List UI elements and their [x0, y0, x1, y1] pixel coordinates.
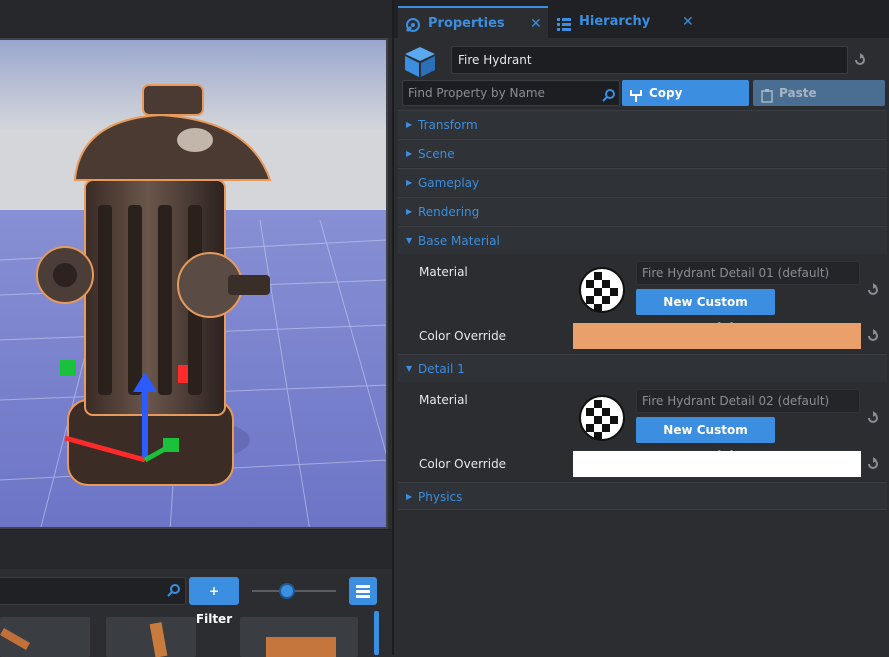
copy-icon	[629, 86, 643, 112]
section-scene[interactable]: ▶ Scene	[398, 139, 887, 167]
asset-browser: + Filter	[0, 569, 392, 657]
material-field[interactable]: Fire Hydrant Detail 01 (default)	[636, 261, 860, 285]
section-gameplay[interactable]: ▶ Gameplay	[398, 168, 887, 196]
color-override-label: Color Override	[419, 457, 507, 471]
section-label: Physics	[418, 490, 463, 504]
section-physics[interactable]: ▶ Physics	[398, 482, 887, 510]
section-rendering[interactable]: ▶ Rendering	[398, 197, 887, 225]
new-custom-material-button[interactable]: New Custom Material	[636, 417, 775, 463]
slider-handle[interactable]	[279, 583, 295, 599]
section-label: Gameplay	[418, 176, 480, 190]
material-label: Material	[419, 265, 468, 279]
tab-hierarchy[interactable]: Hierarchy ✕	[550, 6, 696, 38]
section-label: Rendering	[418, 205, 480, 219]
panel-tab-bar: Properties ✕ Hierarchy ✕	[394, 0, 889, 38]
properties-icon	[404, 15, 422, 47]
asset-thumbnail[interactable]	[240, 617, 358, 657]
material-preview-icon[interactable]	[578, 394, 626, 442]
search-placeholder: Find Property by Name	[408, 86, 545, 100]
hierarchy-icon	[556, 13, 572, 45]
reset-icon[interactable]	[853, 53, 867, 67]
close-icon[interactable]: ✕	[682, 6, 694, 38]
section-base-material[interactable]: ▼ Base Material	[398, 226, 887, 254]
filter-button[interactable]: + Filter	[189, 577, 239, 626]
color-override-label: Color Override	[419, 329, 507, 343]
chevron-right-icon: ▶	[406, 492, 413, 501]
material-field[interactable]: Fire Hydrant Detail 02 (default)	[636, 389, 860, 413]
copy-properties-button[interactable]: Copy Properties	[622, 80, 749, 126]
tab-label: Properties	[428, 16, 505, 31]
new-custom-material-button[interactable]: New Custom Material	[636, 289, 775, 335]
list-icon	[356, 585, 370, 598]
section-label: Detail 1	[418, 362, 465, 376]
viewport-render	[0, 40, 386, 527]
asset-search-input[interactable]	[0, 577, 186, 605]
clipboard-icon	[761, 86, 773, 112]
search-icon	[602, 86, 616, 110]
properties-panel: Properties ✕ Hierarchy ✕ Fire Hydrant Fi…	[392, 0, 889, 655]
color-override-swatch[interactable]	[573, 323, 861, 349]
object-name-input[interactable]: Fire Hydrant	[451, 46, 848, 74]
section-detail-1[interactable]: ▼ Detail 1	[398, 354, 887, 382]
reset-icon[interactable]	[866, 457, 880, 471]
paste-properties-button[interactable]: Paste Properties	[753, 80, 885, 126]
scene-viewport[interactable]	[0, 38, 388, 529]
chevron-down-icon: ▼	[406, 364, 413, 373]
close-icon[interactable]: ✕	[530, 8, 542, 40]
panel-empty-area	[398, 509, 887, 655]
section-transform[interactable]: ▶ Transform	[398, 110, 887, 138]
reset-icon[interactable]	[866, 411, 880, 425]
chevron-right-icon: ▶	[406, 178, 413, 187]
color-override-swatch[interactable]	[573, 451, 861, 477]
section-label: Transform	[418, 118, 478, 132]
chevron-right-icon: ▶	[406, 120, 413, 129]
list-view-button[interactable]	[349, 577, 377, 605]
reset-icon[interactable]	[866, 329, 880, 343]
reset-icon[interactable]	[866, 283, 880, 297]
material-preview-icon[interactable]	[578, 266, 626, 314]
tab-properties[interactable]: Properties ✕	[398, 6, 548, 38]
viewport-status-strip	[0, 529, 392, 569]
section-label: Base Material	[418, 234, 500, 248]
material-label: Material	[419, 393, 468, 407]
asset-scrollbar[interactable]	[374, 611, 379, 655]
chevron-right-icon: ▶	[406, 149, 413, 158]
cube-icon	[402, 45, 438, 82]
editor-toolbar	[0, 0, 392, 38]
property-search-input[interactable]: Find Property by Name	[402, 80, 620, 106]
section-label: Scene	[418, 147, 455, 161]
asset-thumbnail[interactable]	[0, 617, 90, 657]
tab-label: Hierarchy	[579, 14, 651, 29]
asset-thumbnail[interactable]	[106, 617, 196, 657]
search-icon	[167, 583, 181, 600]
chevron-down-icon: ▼	[406, 236, 413, 245]
chevron-right-icon: ▶	[406, 207, 413, 216]
